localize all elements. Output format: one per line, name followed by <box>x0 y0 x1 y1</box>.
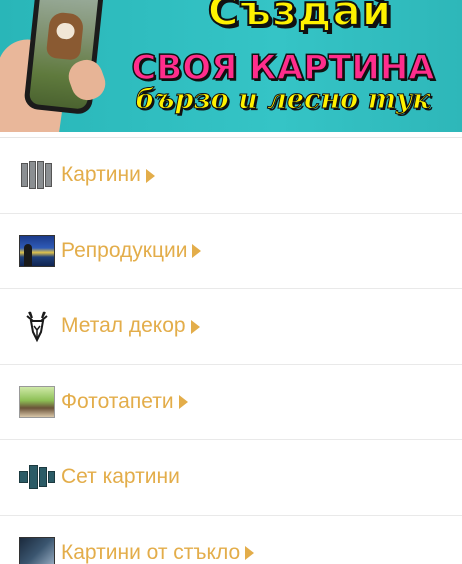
menu-item-paintings[interactable]: Картини <box>0 138 462 214</box>
painting-set-icon <box>19 461 55 493</box>
promo-banner[interactable]: Създай СВОЯ КАРТИНА бързо и лесно тук <box>0 0 462 132</box>
banner-headline: Създай <box>207 0 393 36</box>
menu-item-label: Сет картини <box>61 465 180 489</box>
caret-right-icon[interactable] <box>145 168 155 183</box>
category-menu: Картини Репродукции Метал декор Фототапе… <box>0 132 462 564</box>
reproduction-icon <box>19 234 55 267</box>
menu-item-photo-wallpapers[interactable]: Фототапети <box>0 365 462 440</box>
menu-item-glass-paintings[interactable]: Картини от стъкло <box>0 516 462 564</box>
caret-right-icon[interactable] <box>190 319 200 334</box>
banner-tagline: бързо и лесно тук <box>135 84 431 116</box>
dog-photo <box>45 11 85 61</box>
menu-item-painting-sets[interactable]: Сет картини <box>0 440 462 516</box>
caret-right-icon[interactable] <box>192 244 202 259</box>
deer-head-icon <box>19 310 55 343</box>
banner-subheadline: СВОЯ КАРТИНА <box>131 47 436 89</box>
menu-item-label: Репродукции <box>61 238 188 262</box>
menu-item-reproductions[interactable]: Репродукции <box>0 214 462 289</box>
menu-item-metal-decor[interactable]: Метал декор <box>0 289 462 365</box>
photo-wallpaper-icon <box>19 385 55 418</box>
glass-painting-icon <box>19 536 55 564</box>
menu-item-label: Фототапети <box>61 389 174 413</box>
caret-right-icon[interactable] <box>178 395 188 410</box>
menu-item-label: Картини от стъкло <box>61 540 241 564</box>
menu-item-label: Метал декор <box>61 314 186 338</box>
paintings-icon <box>19 159 55 191</box>
menu-item-label: Картини <box>61 163 141 187</box>
caret-right-icon[interactable] <box>245 546 255 561</box>
